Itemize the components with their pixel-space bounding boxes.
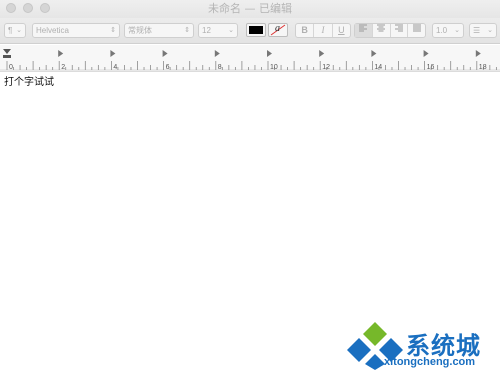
ruler[interactable]: 0 2 4 6 8 10 12 14 16 18 (0, 45, 500, 72)
ruler-label: 0 (9, 64, 13, 71)
font-size-combo[interactable]: 12 ⌄ (198, 23, 238, 38)
ruler-label: 14 (374, 64, 382, 71)
ruler-label: 18 (479, 64, 487, 71)
format-toolbar: ¶ ⌄ Helvetica ⇕ 常规体 ⇕ 12 ⌄ a B I U 1.0 ⌄… (0, 18, 500, 44)
font-size-value: 12 (202, 26, 211, 35)
paragraph-icon: ¶ (8, 26, 13, 35)
list-bullets-icon: ☰ (473, 26, 481, 35)
ruler-label: 12 (322, 64, 330, 71)
chevron-down-icon: ⌄ (16, 27, 22, 34)
align-left-button[interactable] (355, 24, 373, 37)
justify-button[interactable] (408, 24, 425, 37)
highlight-letter: a (275, 23, 280, 34)
window-title: 未命名 — 已编辑 (208, 2, 292, 15)
italic-button[interactable]: I (314, 24, 333, 37)
document-text[interactable]: 打个字试试 (4, 73, 54, 88)
tab-stop-marker (267, 50, 272, 57)
tab-stop-marker (475, 50, 481, 57)
text-style-segment: B I U (295, 23, 351, 38)
text-color-fill (249, 26, 263, 34)
tab-stop-marker (423, 50, 429, 57)
align-center-icon (377, 24, 386, 32)
paragraph-style-popup[interactable]: ¶ ⌄ (4, 23, 26, 38)
line-spacing-popup[interactable]: 1.0 ⌄ (432, 23, 464, 38)
title-bar: 未命名 — 已编辑 (0, 0, 500, 18)
ruler-label: 8 (218, 64, 222, 71)
watermark-url: xitongcheng.com (384, 356, 476, 368)
up-down-arrows-icon: ⇕ (110, 27, 116, 34)
chevron-down-icon: ⌄ (487, 27, 493, 34)
bold-button[interactable]: B (296, 24, 315, 37)
align-center-button[interactable] (373, 24, 391, 37)
ruler-label: 10 (270, 64, 278, 71)
tab-stop-marker (110, 50, 116, 57)
chevron-down-icon: ⌄ (454, 27, 460, 34)
tab-stop-marker (319, 50, 325, 57)
up-down-arrows-icon: ⇕ (184, 27, 190, 34)
underline-button[interactable]: U (333, 24, 350, 37)
font-style-value: 常规体 (128, 26, 152, 35)
align-right-icon (394, 24, 403, 32)
highlight-color-well[interactable]: a (268, 23, 288, 37)
first-line-indent-marker (3, 49, 11, 54)
list-style-popup[interactable]: ☰ ⌄ (469, 23, 497, 38)
text-color-well[interactable] (246, 23, 266, 37)
ruler-label: 16 (427, 64, 435, 71)
left-indent-marker (3, 55, 11, 58)
ruler-label: 4 (113, 64, 117, 71)
alignment-segment (354, 23, 426, 38)
tab-stop-marker (162, 50, 168, 57)
font-family-popup[interactable]: Helvetica ⇕ (32, 23, 120, 38)
font-family-value: Helvetica (36, 26, 69, 35)
tab-stop-marker (214, 50, 220, 57)
tab-stop-marker (371, 50, 377, 57)
ruler-label: 2 (61, 64, 65, 71)
tab-stop-marker (58, 50, 64, 57)
font-style-popup[interactable]: 常规体 ⇕ (124, 23, 194, 38)
ruler-label: 6 (166, 64, 170, 71)
ruler-graphics: 0 2 4 6 8 10 12 14 16 18 (0, 49, 500, 71)
justify-icon (412, 24, 421, 32)
chevron-down-icon: ⌄ (228, 27, 234, 34)
align-left-icon (359, 24, 368, 32)
line-spacing-value: 1.0 (436, 26, 448, 35)
align-right-button[interactable] (391, 24, 409, 37)
